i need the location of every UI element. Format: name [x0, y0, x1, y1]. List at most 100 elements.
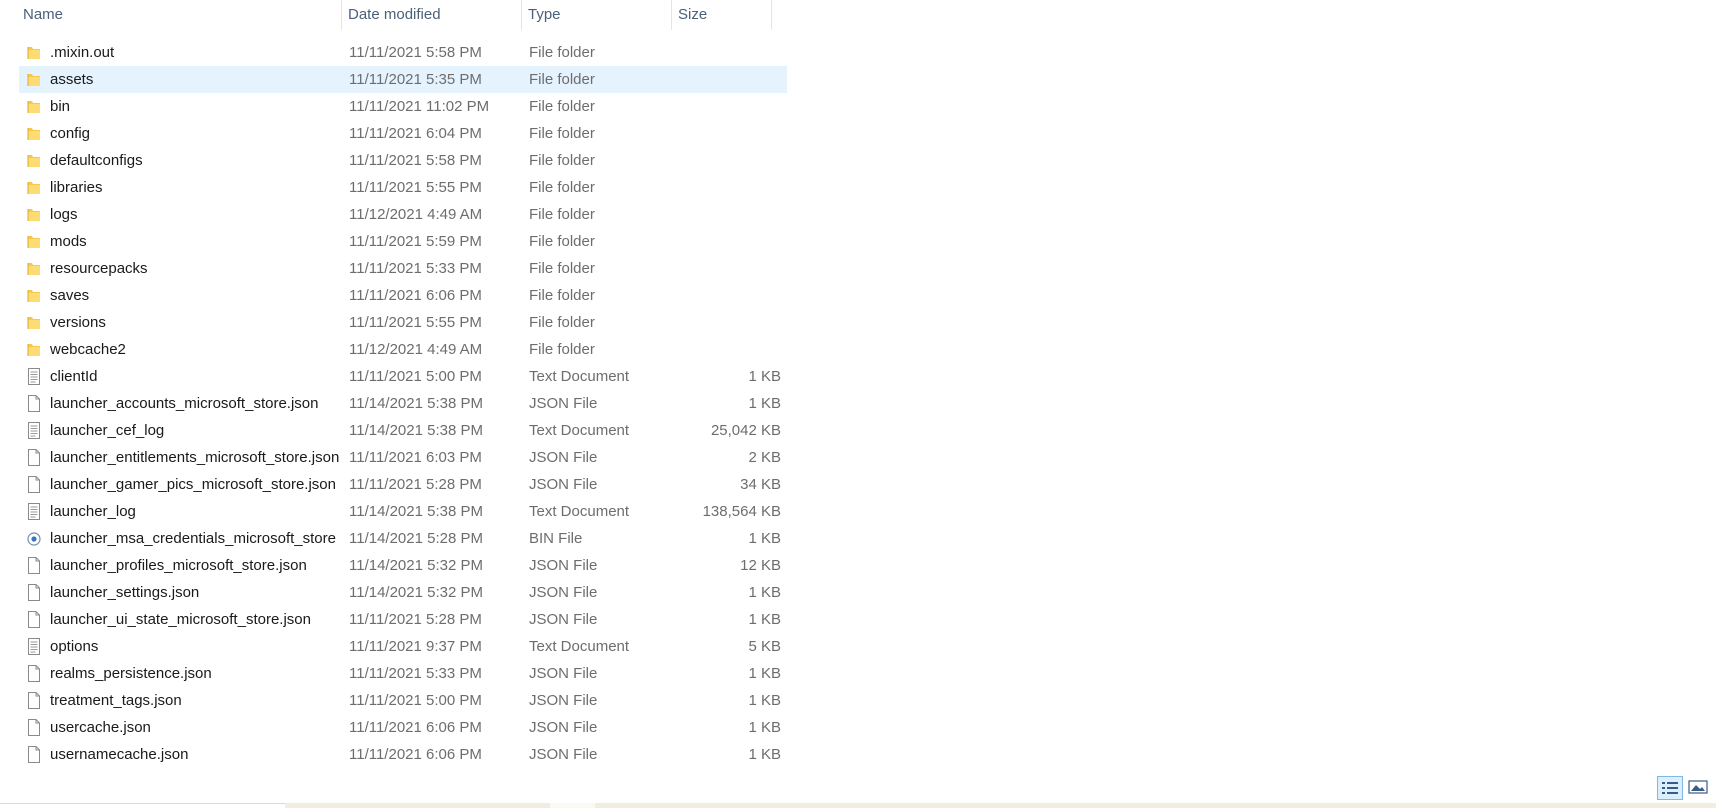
file-row[interactable]: treatment_tags.json 11/11/2021 5:00 PM JSO… [19, 687, 787, 714]
file-row[interactable]: launcher_entitlements_microsoft_store.js… [19, 444, 787, 471]
column-header-size-label: Size [678, 6, 708, 23]
file-name: launcher_accounts_microsoft_store.json [50, 395, 319, 412]
file-date-modified: 11/11/2021 5:00 PM [349, 368, 482, 385]
file-row[interactable]: launcher_gamer_pics_microsoft_store.json… [19, 471, 787, 498]
file-date-modified: 11/11/2021 5:00 PM [349, 692, 482, 709]
file-icon [26, 610, 42, 630]
file-date-modified: 11/11/2021 5:55 PM [349, 314, 482, 331]
details-view-button[interactable] [1657, 776, 1683, 800]
file-row[interactable]: realms_persistence.json 11/11/2021 5:33 P… [19, 660, 787, 687]
folder-icon [26, 124, 42, 144]
file-date-modified: 11/11/2021 5:33 PM [349, 665, 482, 682]
file-date-modified: 11/11/2021 5:28 PM [349, 611, 482, 628]
file-name: launcher_log [50, 503, 136, 520]
file-date-modified: 11/11/2021 6:03 PM [349, 449, 482, 466]
file-row[interactable]: launcher_msa_credentials_microsoft_store… [19, 525, 787, 552]
file-row[interactable]: libraries 11/11/2021 5:55 PM File folder [19, 174, 787, 201]
file-icon [26, 475, 42, 495]
sort-ascending-icon: ^ [171, 0, 177, 7]
file-list: .mixin.out 11/11/2021 5:58 PM File folder a… [0, 39, 787, 768]
file-name: assets [50, 71, 94, 88]
folder-icon [26, 70, 42, 90]
file-type: JSON File [529, 611, 598, 628]
file-type: JSON File [529, 449, 598, 466]
file-name: saves [50, 287, 90, 304]
file-row[interactable]: webcache2 11/12/2021 4:49 AM File folder [19, 336, 787, 363]
file-row[interactable]: launcher_profiles_microsoft_store.json 11… [19, 552, 787, 579]
column-header-bar: Name ^ Date modified Type Size [0, 0, 772, 30]
file-date-modified: 11/11/2021 5:35 PM [349, 71, 482, 88]
column-header-name[interactable]: Name [17, 0, 342, 30]
file-name: launcher_profiles_microsoft_store.json [50, 557, 307, 574]
file-type: File folder [529, 71, 595, 88]
large-icons-view-icon [1688, 780, 1708, 794]
file-size: 34 KB [740, 476, 781, 493]
file-size: 1 KB [748, 719, 781, 736]
file-row[interactable]: launcher_cef_log 11/14/2021 5:38 PM Text D… [19, 417, 787, 444]
file-icon [26, 745, 42, 765]
file-date-modified: 11/11/2021 5:33 PM [349, 260, 482, 277]
file-date-modified: 11/12/2021 4:49 AM [349, 206, 483, 223]
file-row[interactable]: usernamecache.json 11/11/2021 6:06 PM JSON… [19, 741, 787, 768]
file-date-modified: 11/14/2021 5:38 PM [349, 503, 483, 520]
file-row[interactable]: config 11/11/2021 6:04 PM File folder [19, 120, 787, 147]
file-row[interactable]: launcher_log 11/14/2021 5:38 PM Text Docum… [19, 498, 787, 525]
file-row[interactable]: launcher_settings.json 11/14/2021 5:32 PM… [19, 579, 787, 606]
file-name: config [50, 125, 91, 142]
folder-icon [26, 340, 42, 360]
file-icon [26, 448, 42, 468]
file-name: launcher_ui_state_microsoft_store.json [50, 611, 311, 628]
large-icons-view-button[interactable] [1686, 776, 1712, 800]
folder-icon [26, 286, 42, 306]
file-name: resourcepacks [50, 260, 148, 277]
column-header-name-label: Name [23, 6, 64, 23]
file-name: realms_persistence.json [50, 665, 212, 682]
file-row[interactable]: saves 11/11/2021 6:06 PM File folder [19, 282, 787, 309]
file-row[interactable]: clientId 11/11/2021 5:00 PM Text Document 1… [19, 363, 787, 390]
file-row[interactable]: .mixin.out 11/11/2021 5:58 PM File folder [19, 39, 787, 66]
file-row[interactable]: usercache.json 11/11/2021 6:06 PM JSON Fil… [19, 714, 787, 741]
file-date-modified: 11/11/2021 9:37 PM [349, 638, 482, 655]
file-date-modified: 11/14/2021 5:28 PM [349, 530, 483, 547]
file-row[interactable]: mods 11/11/2021 5:59 PM File folder [19, 228, 787, 255]
file-name: mods [50, 233, 87, 250]
column-header-size[interactable]: Size [672, 0, 772, 30]
text-document-icon [26, 421, 42, 441]
file-row[interactable]: logs 11/12/2021 4:49 AM File folder [19, 201, 787, 228]
file-type: File folder [529, 287, 595, 304]
file-size: 1 KB [748, 368, 781, 385]
file-date-modified: 11/11/2021 5:59 PM [349, 233, 482, 250]
file-icon [26, 691, 42, 711]
file-row[interactable]: resourcepacks 11/11/2021 5:33 PM File fold… [19, 255, 787, 282]
file-type: File folder [529, 44, 595, 61]
file-row[interactable]: defaultconfigs 11/11/2021 5:58 PM File fol… [19, 147, 787, 174]
file-date-modified: 11/11/2021 6:06 PM [349, 287, 482, 304]
file-type: File folder [529, 98, 595, 115]
file-row[interactable]: options 11/11/2021 9:37 PM Text Document 5 … [19, 633, 787, 660]
file-name: bin [50, 98, 71, 115]
file-type: JSON File [529, 557, 598, 574]
folder-icon [26, 313, 42, 333]
file-date-modified: 11/11/2021 5:28 PM [349, 476, 482, 493]
file-type: File folder [529, 314, 595, 331]
column-header-date[interactable]: Date modified [342, 0, 522, 30]
file-row[interactable]: assets 11/11/2021 5:35 PM File folder [19, 66, 787, 93]
file-row[interactable]: versions 11/11/2021 5:55 PM File folder [19, 309, 787, 336]
column-header-type[interactable]: Type [522, 0, 672, 30]
file-type: JSON File [529, 665, 598, 682]
file-row[interactable]: launcher_accounts_microsoft_store.json 11… [19, 390, 787, 417]
file-name: launcher_cef_log [50, 422, 165, 439]
text-document-icon [26, 367, 42, 387]
folder-icon [26, 259, 42, 279]
file-size: 25,042 KB [710, 422, 781, 439]
file-type: Text Document [529, 422, 630, 439]
file-name: defaultconfigs [50, 152, 143, 169]
file-name: webcache2 [50, 341, 126, 358]
file-name: usercache.json [50, 719, 151, 736]
file-type: File folder [529, 152, 595, 169]
file-row[interactable]: bin 11/11/2021 11:02 PM File folder [19, 93, 787, 120]
file-type: File folder [529, 206, 595, 223]
file-type: File folder [529, 233, 595, 250]
file-row[interactable]: launcher_ui_state_microsoft_store.json 11… [19, 606, 787, 633]
file-date-modified: 11/14/2021 5:32 PM [349, 584, 483, 601]
